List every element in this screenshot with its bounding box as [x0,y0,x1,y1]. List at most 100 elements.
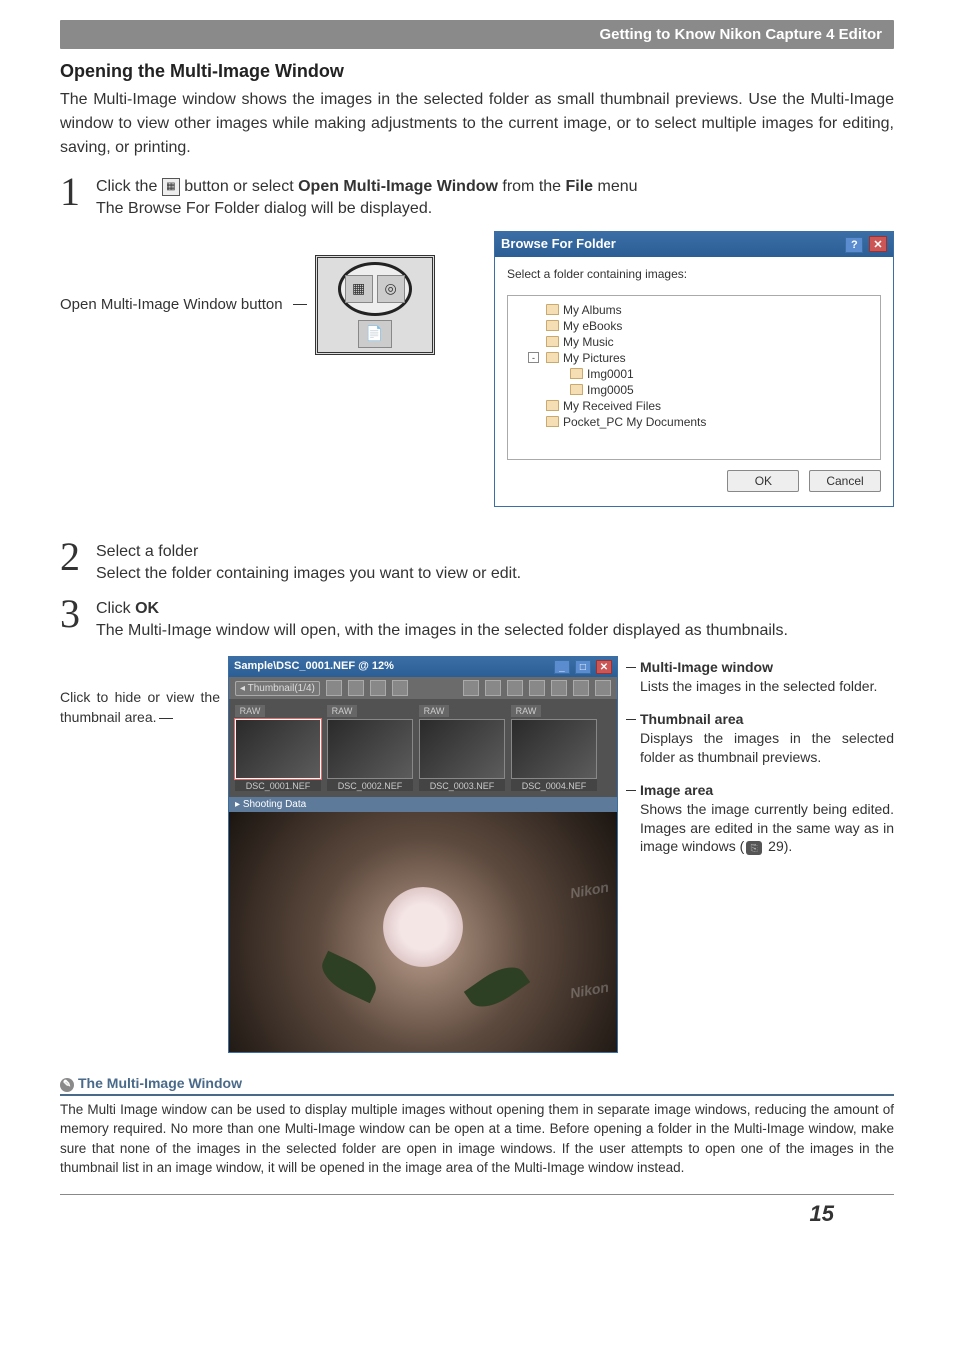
close-button[interactable]: ✕ [869,236,887,252]
raw-badge: RAW [235,705,265,717]
next-icon[interactable] [370,680,386,696]
thumbnail-area: RAW DSC_0001.NEF RAW DSC_0002.NEF RAW DS… [229,699,617,797]
shooting-data-label: Shooting Data [243,799,306,810]
raw-badge: RAW [419,705,449,717]
folder-icon [546,320,559,331]
thumbnail-image [511,719,597,779]
minimize-button[interactable]: _ [554,660,570,674]
folder-icon [546,304,559,315]
thumbnail-image [419,719,505,779]
step-1-desc: The Browse For Folder dialog will be dis… [96,198,894,220]
tree-item[interactable]: My Received Files [512,398,876,414]
tree-item[interactable]: My Albums [512,302,876,318]
thumbnail[interactable]: RAW DSC_0002.NEF [327,705,413,791]
tree-item-label: My Received Files [563,399,661,413]
thumbnail-name: DSC_0003.NEF [419,779,505,791]
pencil-icon: ✎ [60,1078,74,1092]
info-icon[interactable] [595,680,611,696]
tree-item[interactable]: My Music [512,334,876,350]
raw-badge: RAW [511,705,541,717]
tree-item-label: Pocket_PC My Documents [563,415,706,429]
tree-item[interactable]: My eBooks [512,318,876,334]
tree-item[interactable]: Img0001 [512,366,876,382]
multi-image-window: Sample\DSC_0001.NEF @ 12% _ □ ✕ ◂ Thumbn… [228,656,618,1053]
nikon-watermark: Nikon [569,879,610,902]
tree-item-label: My Pictures [563,351,626,365]
step-3-title-pre: Click [96,600,135,617]
save-icon[interactable] [326,680,342,696]
step-3-desc: The Multi-Image window will open, with t… [96,620,894,642]
thumb-toggle-label: Thumbnail(1/4) [248,683,315,694]
multi-image-toolbar-button[interactable]: ▦ [345,275,373,303]
annotation-title: Thumbnail area [640,710,894,729]
open-multi-image-button-label: Open Multi-Image Window button [60,295,283,315]
dialog-title: Browse For Folder [501,236,616,253]
tree-item-label: My Music [563,335,614,349]
thumbnail[interactable]: RAW DSC_0003.NEF [419,705,505,791]
folder-tree[interactable]: My Albums My eBooks My Music - My Picture… [507,295,881,460]
thumbnail[interactable]: RAW DSC_0001.NEF [235,705,321,791]
prev-icon[interactable] [348,680,364,696]
dialog-titlebar: Browse For Folder ? ✕ [495,232,893,257]
step-3-bold: OK [135,600,159,617]
annotation-thumbnail-area: Thumbnail area Displays the images in th… [626,710,894,767]
tree-item-label: Img0001 [587,367,634,381]
step-2-title: Select a folder [96,541,894,563]
zoom-in-icon[interactable] [551,680,567,696]
intro-paragraph: The Multi-Image window shows the images … [60,88,894,160]
figure-row-1: Open Multi-Image Window button ▦ ◎ 📄 Bro… [60,231,894,507]
fullscreen-icon[interactable] [573,680,589,696]
thumbnail-name: DSC_0002.NEF [327,779,413,791]
multi-image-icon: ▦ [162,178,180,196]
thumbnail-toggle-button[interactable]: ◂ Thumbnail(1/4) [235,681,320,696]
maximize-button[interactable]: □ [575,660,591,674]
step-2-number: 2 [60,537,88,577]
page-header-bar: Getting to Know Nikon Capture 4 Editor [60,20,894,49]
toolbar-callout: ▦ ◎ 📄 [315,255,435,355]
delete-icon[interactable] [392,680,408,696]
tree-item-label: Img0005 [587,383,634,397]
step-1-bold1: Open Multi-Image Window [298,178,498,195]
folder-icon [546,416,559,427]
thumbnail-image [235,719,321,779]
camera-toolbar-button[interactable]: ◎ [377,275,405,303]
hide-view-caption: Click to hide or view the thumbnail area… [60,689,220,725]
folder-icon [546,400,559,411]
annotation-title: Multi-Image window [640,658,894,677]
image-area: Nikon Nikon [229,812,617,1052]
mi-titlebar: Sample\DSC_0001.NEF @ 12% _ □ ✕ [229,657,617,677]
step-1-title-post: menu [593,178,637,195]
annotation-desc: Shows the image currently being edited. … [640,800,894,857]
annotation-image-area: Image area Shows the image currently bei… [626,781,894,857]
crop-icon[interactable] [485,680,501,696]
step-3: 3 Click OK The Multi-Image window will o… [60,594,894,643]
step-1-title-mid2: from the [498,178,566,195]
close-button[interactable]: ✕ [596,660,612,674]
ok-button[interactable]: OK [727,470,799,492]
step-1-number: 1 [60,172,88,212]
thumbnail-name: DSC_0001.NEF [235,779,321,791]
step-3-title: Click OK [96,598,894,620]
folder-icon [546,336,559,347]
calendar-icon[interactable] [463,680,479,696]
step-1-title-pre: Click the [96,178,162,195]
annotation-multi-image-window: Multi-Image window Lists the images in t… [626,658,894,696]
folder-icon [570,368,583,379]
shooting-data-bar[interactable]: ▸ Shooting Data [229,797,617,812]
zoom-out-icon[interactable] [507,680,523,696]
callout-line [159,718,173,719]
nikon-watermark: Nikon [569,979,610,1002]
step-1-title-mid: button or select [180,178,298,195]
step-1: 1 Click the ▦ button or select Open Mult… [60,172,894,221]
cancel-button[interactable]: Cancel [809,470,881,492]
zoom-fit-icon[interactable] [529,680,545,696]
help-button[interactable]: ? [845,237,863,253]
tree-collapse-icon[interactable]: - [528,352,539,363]
browse-for-folder-dialog: Browse For Folder ? ✕ Select a folder co… [494,231,894,507]
browser-toolbar-button[interactable]: 📄 [358,320,392,348]
annotation-desc: Lists the images in the selected folder. [640,677,894,696]
tree-item[interactable]: Pocket_PC My Documents [512,414,876,430]
tree-item[interactable]: - My Pictures [512,350,876,366]
tree-item[interactable]: Img0005 [512,382,876,398]
thumbnail[interactable]: RAW DSC_0004.NEF [511,705,597,791]
